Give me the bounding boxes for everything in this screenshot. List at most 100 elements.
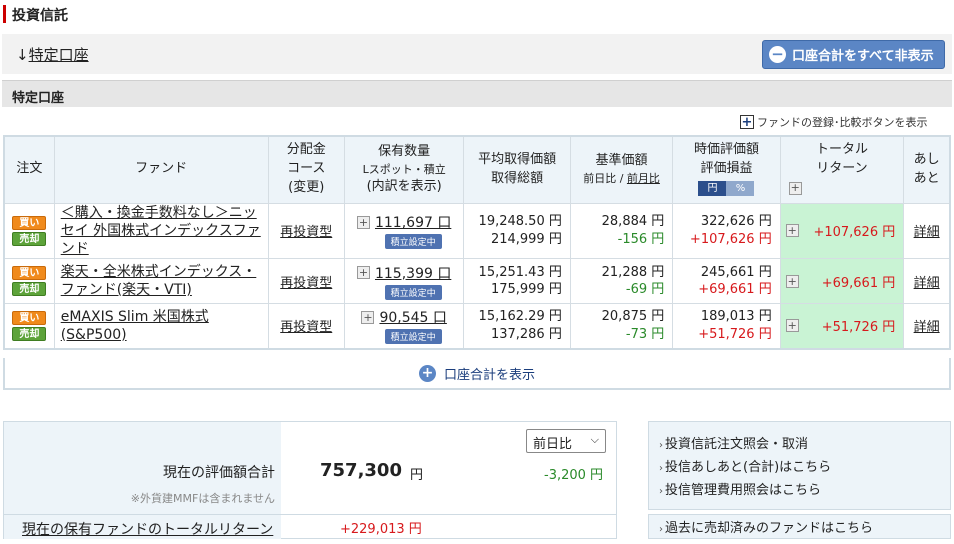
order-cell: 買い 売却	[3, 258, 55, 305]
base-change: -156 円	[617, 231, 665, 247]
account-link[interactable]: ↓特定口座	[16, 44, 89, 65]
valuation-diff: -3,200 円	[544, 468, 604, 483]
past-funds-box: › 過去に売却済みのファンドはこちら	[648, 514, 951, 539]
base-price-cell: 28,884 円 -156 円	[569, 202, 674, 260]
title-bar: 投資信託	[0, 0, 954, 30]
unrealized-gain: +51,726 円	[698, 326, 772, 342]
sell-button[interactable]: 売却	[12, 326, 47, 341]
header-ashiato: あし あと	[903, 135, 951, 204]
sell-button[interactable]: 売却	[12, 231, 47, 246]
avg-price-cell: 15,251.43 円 175,999 円	[463, 258, 571, 305]
link-order-inquiry[interactable]: › 投資信託注文照会・取消	[659, 434, 950, 457]
dist-course-link[interactable]: 再投資型	[267, 258, 345, 305]
arrow-right-icon: ›	[659, 463, 663, 474]
header-base-line1: 基準価額	[595, 153, 648, 169]
account-link-label[interactable]: 特定口座	[29, 46, 89, 64]
account-bar: ↓特定口座 − 口座合計をすべて非表示	[2, 34, 952, 74]
compare-select-value: 前日比	[533, 437, 573, 452]
toggle-yen[interactable]: 円	[698, 181, 727, 197]
detail-link[interactable]: 詳細	[903, 202, 951, 260]
section-title: 特定口座	[12, 91, 65, 106]
expand-plus-icon[interactable]: +	[361, 310, 375, 324]
valuation-total-unit: 円	[410, 468, 424, 483]
header-order: 注文	[3, 135, 55, 204]
header-fund: ファンド	[53, 135, 269, 204]
link-ashiato-total[interactable]: › 投信あしあと(合計)はこちら	[659, 457, 950, 480]
market-value-cell: 322,626 円 +107,626 円	[672, 202, 781, 260]
header-dist: 分配金 コース (変更)	[267, 135, 345, 204]
yen-pct-toggle[interactable]: 円 %	[698, 181, 755, 197]
buy-button[interactable]: 買い	[12, 310, 47, 325]
base-price-cell: 20,875 円 -73 円	[569, 303, 674, 350]
link-past-funds[interactable]: › 過去に売却済みのファンドはこちら	[659, 518, 950, 541]
base-price: 28,884 円	[601, 214, 665, 230]
fund-name-link[interactable]: eMAXIS Slim 米国株式(S&P500)	[55, 308, 268, 344]
detail-link[interactable]: 詳細	[903, 258, 951, 305]
expand-plus-icon[interactable]: +	[356, 266, 370, 280]
avg-price-cell: 19,248.50 円 214,999 円	[463, 202, 571, 260]
market-value: 189,013 円	[700, 309, 772, 325]
total-cost: 137,286 円	[490, 326, 562, 342]
quantity-link[interactable]: 90,545 口	[379, 307, 446, 327]
plus-circle-icon: +	[418, 364, 436, 382]
dist-course-link[interactable]: 再投資型	[267, 303, 345, 350]
fund-cell: eMAXIS Slim 米国株式(S&P500)	[53, 303, 269, 350]
total-return: +107,626 円	[813, 225, 896, 241]
link-ashiato-total-label[interactable]: 投信あしあと(合計)はこちら	[665, 460, 831, 475]
total-return-link[interactable]: 現在の保有ファンドのトータルリターン	[22, 519, 273, 539]
expand-plus-icon[interactable]: +	[785, 319, 799, 333]
header-total-line1: トータル	[815, 142, 868, 158]
fund-name-link[interactable]: ＜購入・換金手数料なし＞ニッセイ 外国株式インデックスファンド	[55, 204, 268, 259]
header-ashi-line1: あし	[913, 151, 940, 167]
section-header: 特定口座	[2, 80, 952, 107]
link-fee-inquiry-label[interactable]: 投信管理費用照会はこちら	[665, 483, 821, 498]
avg-price: 15,251.43 円	[478, 264, 562, 280]
expand-plus-icon[interactable]: +	[356, 215, 370, 229]
divider	[281, 514, 617, 515]
link-fee-inquiry[interactable]: › 投信管理費用照会はこちら	[659, 480, 950, 503]
unrealized-gain: +107,626 円	[689, 231, 772, 247]
header-dist-line3: (変更)	[288, 180, 325, 196]
header-qty-line3[interactable]: (内訳を表示)	[345, 178, 464, 197]
total-return-value: +229,013 円	[340, 522, 422, 537]
link-past-funds-label[interactable]: 過去に売却済みのファンドはこちら	[665, 521, 873, 536]
fund-register-toggle[interactable]: + ファンドの登録･比較ボタンを表示	[740, 114, 928, 130]
show-account-total-button[interactable]: + 口座合計を表示	[3, 358, 951, 390]
toggle-pct[interactable]: %	[726, 181, 755, 197]
tsumitate-badge: 積立設定中	[384, 284, 442, 300]
header-market-value: 時価評価額 評価損益 円 %	[672, 135, 781, 204]
fund-name-link[interactable]: 楽天・全米株式インデックス・ファンド(楽天・VTI)	[55, 263, 268, 299]
summary-label-cell: 現在の評価額合計 ※外貨建MMFは含まれません	[4, 422, 281, 514]
hide-all-totals-label: 口座合計をすべて非表示	[792, 49, 934, 64]
sell-button[interactable]: 売却	[12, 282, 47, 297]
base-price: 21,288 円	[601, 264, 665, 280]
compare-select[interactable]: 前日比 ⌵	[526, 429, 606, 453]
expand-plus-icon[interactable]: +	[788, 181, 802, 195]
base-price: 20,875 円	[601, 309, 665, 325]
buy-button[interactable]: 買い	[12, 215, 47, 230]
valuation-total-value: 757,300	[320, 460, 402, 481]
expand-plus-icon[interactable]: +	[785, 224, 799, 238]
avg-price: 19,248.50 円	[478, 214, 562, 230]
total-return: +51,726 円	[821, 320, 896, 336]
avg-price: 15,162.29 円	[478, 309, 562, 325]
header-quantity: 保有数量 Lスポット・積立 (内訳を表示)	[343, 135, 465, 204]
quantity-link[interactable]: 115,399 口	[375, 263, 451, 283]
expand-plus-icon[interactable]: +	[785, 274, 799, 288]
header-avg-price: 平均取得価額 取得総額	[463, 135, 571, 204]
avg-price-cell: 15,162.29 円 137,286 円	[463, 303, 571, 350]
total-return: +69,661 円	[821, 275, 896, 291]
dist-course-link[interactable]: 再投資型	[267, 202, 345, 260]
title-mark	[3, 5, 6, 23]
hide-all-totals-button[interactable]: − 口座合計をすべて非表示	[762, 40, 945, 69]
detail-link[interactable]: 詳細	[903, 303, 951, 350]
header-base-monthchange-link[interactable]: 前月比	[627, 172, 660, 185]
order-cell: 買い 売却	[3, 202, 55, 260]
mmf-note: ※外貨建MMFは含まれません	[130, 492, 275, 505]
quantity-cell: +115,399 口積立設定中	[343, 258, 465, 305]
total-cost: 214,999 円	[490, 231, 562, 247]
quantity-link[interactable]: 111,697 口	[375, 212, 451, 232]
arrow-right-icon: ›	[659, 440, 663, 451]
link-order-inquiry-label[interactable]: 投資信託注文照会・取消	[665, 437, 808, 452]
buy-button[interactable]: 買い	[12, 266, 47, 281]
